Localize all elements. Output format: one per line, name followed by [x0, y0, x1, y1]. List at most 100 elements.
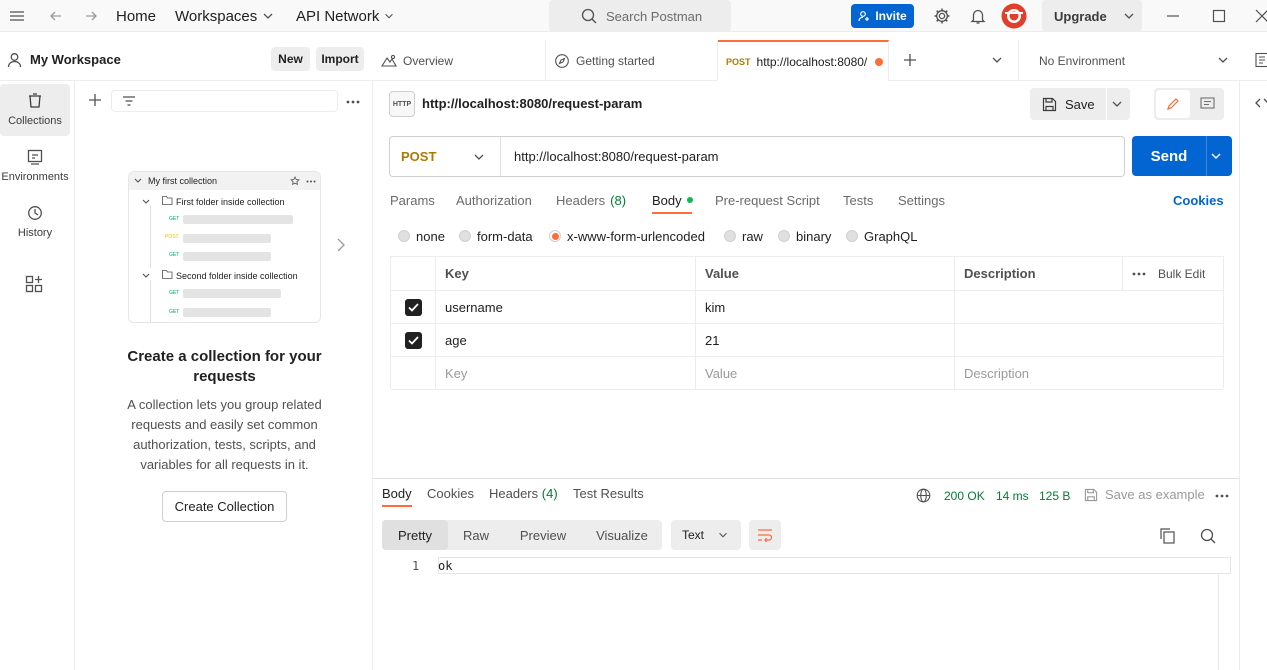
- forward-arrow-icon[interactable]: [83, 8, 99, 24]
- comments-button[interactable]: [1190, 90, 1224, 118]
- table-cell-value[interactable]: kim: [696, 291, 955, 324]
- new-description-input[interactable]: Description: [955, 357, 1223, 390]
- sidebar-item-history[interactable]: History: [0, 196, 70, 248]
- request-title[interactable]: http://localhost:8080/request-param: [422, 96, 642, 111]
- filter-input[interactable]: [111, 90, 338, 112]
- view-mode-raw[interactable]: Raw: [450, 520, 502, 550]
- save-button[interactable]: Save: [1030, 88, 1105, 120]
- maximize-icon[interactable]: [1212, 9, 1226, 23]
- response-size[interactable]: 125 B: [1039, 489, 1070, 503]
- radio-graphql[interactable]: GraphQL: [846, 226, 917, 246]
- chevron-down-icon[interactable]: [1110, 97, 1124, 111]
- more-options-icon[interactable]: [1132, 272, 1146, 276]
- minimize-icon[interactable]: [1166, 9, 1180, 23]
- tab-tests[interactable]: Tests: [843, 186, 873, 214]
- tab-authorization[interactable]: Authorization: [456, 186, 532, 214]
- scrollbar-track[interactable]: [1218, 574, 1219, 670]
- response-tab-body[interactable]: Body: [382, 486, 412, 506]
- environment-selector[interactable]: No Environment: [1018, 40, 1235, 81]
- table-cell-description[interactable]: [955, 291, 1223, 324]
- nav-home[interactable]: Home: [116, 0, 156, 32]
- user-icon: [7, 53, 22, 68]
- wrap-lines-button[interactable]: [749, 520, 781, 550]
- radio-binary[interactable]: binary: [778, 226, 831, 246]
- bulk-edit-link[interactable]: Bulk Edit: [1158, 267, 1205, 281]
- more-options-icon[interactable]: [1215, 494, 1229, 498]
- new-button[interactable]: New: [271, 47, 310, 71]
- import-button[interactable]: Import: [316, 47, 364, 71]
- tab-body[interactable]: Body: [652, 186, 693, 214]
- tab-pre-request-script[interactable]: Pre-request Script: [715, 186, 820, 214]
- avatar[interactable]: [1001, 3, 1027, 29]
- request-tabs-bar: Overview Getting started POST http://loc…: [373, 40, 1267, 81]
- view-mode-visualize[interactable]: Visualize: [584, 520, 660, 550]
- more-options-icon[interactable]: [346, 100, 360, 104]
- format-select[interactable]: Text: [671, 520, 741, 550]
- globe-icon[interactable]: [916, 488, 931, 503]
- tab-params[interactable]: Params: [390, 186, 435, 214]
- chevron-down-icon[interactable]: [1209, 149, 1223, 163]
- copy-icon[interactable]: [1160, 528, 1175, 544]
- radio-x-www-form-urlencoded[interactable]: x-www-form-urlencoded: [549, 226, 705, 246]
- notification-bell-icon[interactable]: [969, 7, 987, 25]
- row-checkbox[interactable]: [404, 331, 422, 349]
- invite-button[interactable]: Invite: [851, 4, 914, 28]
- search-input[interactable]: Search Postman: [549, 0, 731, 32]
- code-icon[interactable]: [1255, 96, 1267, 110]
- create-collection-button[interactable]: Create Collection: [162, 491, 287, 522]
- edit-mode-button[interactable]: [1156, 90, 1190, 118]
- method-select[interactable]: POST: [390, 137, 501, 176]
- table-cell-key[interactable]: age: [436, 324, 696, 357]
- nav-api-network[interactable]: API Network: [296, 0, 395, 32]
- upgrade-button[interactable]: Upgrade: [1042, 0, 1142, 32]
- radio-none[interactable]: none: [398, 226, 445, 246]
- view-mode-preview[interactable]: Preview: [506, 520, 580, 550]
- new-value-input[interactable]: Value: [696, 357, 955, 390]
- new-tab-plus-icon[interactable]: [903, 53, 917, 67]
- url-input[interactable]: http://localhost:8080/request-param: [514, 137, 719, 176]
- pane-divider[interactable]: [373, 478, 1239, 479]
- table-cell-value[interactable]: 21: [696, 324, 955, 357]
- body-params-table: Key Value Description Bulk Edit username…: [390, 256, 1224, 390]
- add-collection-icon[interactable]: [88, 93, 102, 107]
- close-icon[interactable]: [1255, 9, 1267, 23]
- new-key-input[interactable]: Key: [436, 357, 696, 390]
- settings-gear-icon[interactable]: [933, 7, 951, 25]
- nav-workspaces[interactable]: Workspaces: [175, 0, 275, 32]
- radio-raw[interactable]: raw: [724, 226, 763, 246]
- table-cell-description[interactable]: [955, 324, 1223, 357]
- header-description-label: Description: [964, 266, 1036, 281]
- save-as-example-button[interactable]: Save as example: [1084, 487, 1205, 502]
- hamburger-menu-icon[interactable]: [9, 9, 25, 23]
- environment-quick-look-icon[interactable]: [1255, 52, 1267, 68]
- tab-settings[interactable]: Settings: [898, 186, 945, 214]
- header-key-label: Key: [445, 266, 469, 281]
- http-badge-icon: HTTP: [389, 91, 415, 117]
- cookies-link[interactable]: Cookies: [1173, 186, 1224, 214]
- send-button[interactable]: Send: [1132, 136, 1206, 176]
- tab-tests-label: Tests: [843, 192, 874, 208]
- view-mode-pretty[interactable]: Pretty: [382, 520, 448, 550]
- status-code[interactable]: 200 OK: [944, 489, 985, 503]
- response-tab-test-results[interactable]: Test Results: [573, 486, 644, 506]
- response-tab-cookies[interactable]: Cookies: [427, 486, 474, 506]
- radio-form-data[interactable]: form-data: [459, 226, 533, 246]
- row-checkbox[interactable]: [404, 298, 422, 316]
- tab-overview[interactable]: Overview: [373, 40, 546, 81]
- chevron-right-icon[interactable]: [336, 238, 346, 252]
- response-tab-headers[interactable]: Headers (4): [489, 486, 558, 506]
- tab-getting-started[interactable]: Getting started: [546, 40, 718, 81]
- sidebar-item-collections[interactable]: Collections: [0, 84, 70, 136]
- sidebar-item-environments[interactable]: Environments: [0, 140, 70, 192]
- search-icon[interactable]: [1200, 528, 1216, 544]
- back-arrow-icon[interactable]: [48, 8, 64, 24]
- tab-active-request[interactable]: POST http://localhost:8080/: [718, 40, 889, 81]
- add-app-icon[interactable]: [25, 275, 43, 293]
- tabs-dropdown-chevron-icon[interactable]: [990, 53, 1004, 67]
- tab-headers[interactable]: Headers (8): [556, 186, 626, 214]
- response-time[interactable]: 14 ms: [996, 489, 1029, 503]
- illustration-method: GET: [169, 309, 180, 315]
- save-label: Save: [1065, 96, 1095, 112]
- response-body-editor[interactable]: 1 ok: [382, 556, 1231, 670]
- table-cell-key[interactable]: username: [436, 291, 696, 324]
